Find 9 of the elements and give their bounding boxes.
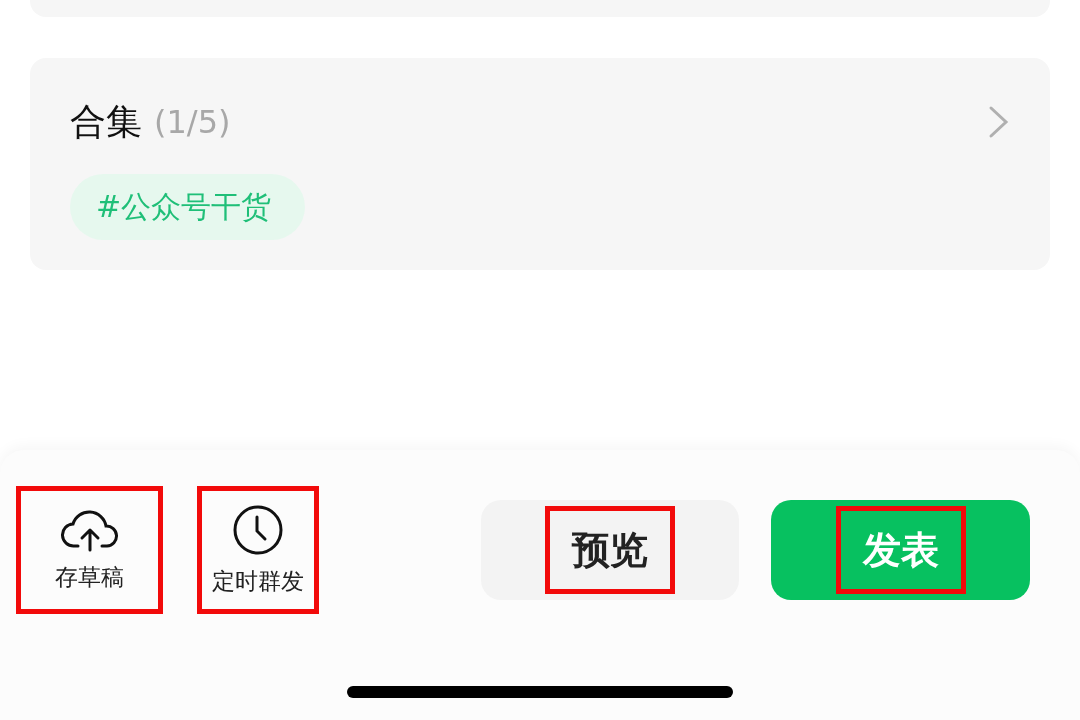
preview-button[interactable]: 预览: [480, 500, 740, 600]
collection-count: (1/5): [154, 103, 231, 141]
clock-icon: [231, 503, 284, 556]
chevron-right-icon[interactable]: [988, 105, 1010, 139]
save-draft-button[interactable]: 存草稿: [16, 486, 164, 614]
schedule-button[interactable]: 定时群发: [197, 486, 319, 614]
cloud-upload-icon: [60, 507, 119, 552]
collection-title: 合集: [70, 99, 142, 144]
collection-card[interactable]: 合集 (1/5) #公众号干货: [30, 58, 1050, 270]
